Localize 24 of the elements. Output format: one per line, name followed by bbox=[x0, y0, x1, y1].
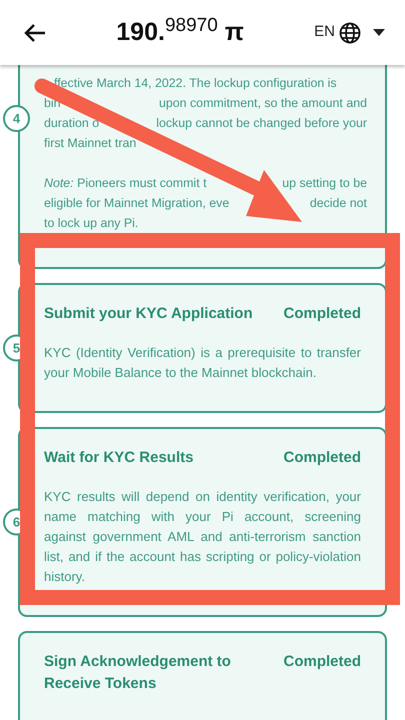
step-status: Completed bbox=[283, 448, 361, 468]
description-text: decide not bbox=[310, 195, 367, 212]
description-text: to lock up any Pi. bbox=[44, 215, 138, 232]
step-number: 4 bbox=[3, 105, 30, 132]
balance: 190.$^{98970}$ π bbox=[116, 14, 244, 48]
description-text: upon commitment, so the amount and bbox=[158, 95, 367, 112]
step-title: Wait for KYC Results bbox=[44, 448, 194, 468]
description-text: up setting to be bbox=[282, 175, 367, 192]
globe-icon[interactable] bbox=[339, 22, 361, 44]
step-title: Sign Acknowledgement to Receive Tokens bbox=[44, 652, 232, 694]
language-label[interactable]: EN bbox=[314, 21, 335, 44]
caret-icon[interactable] bbox=[373, 29, 385, 36]
description-text: eligible for Mainnet Migration, eve bbox=[44, 195, 230, 212]
step-status: Completed bbox=[283, 304, 361, 324]
step-description: KYC (Identity Verification) is a prerequisite to transfer your Mobile Balance to the Mainnet blockchain. bbox=[44, 344, 361, 382]
step-title: Submit your KYC Application bbox=[44, 304, 253, 324]
back-icon[interactable] bbox=[24, 22, 46, 42]
description-text: Note: Pioneers must commit t bbox=[44, 175, 207, 192]
description-text: first Mainnet tran bbox=[44, 135, 136, 152]
step-description: KYC results will depend on identity verification, your name matching with your Pi account, screening against government AML and anti-terrorism sanction list, and if the account has scripting or policy-violation history. bbox=[44, 488, 361, 586]
step-status: Completed bbox=[283, 652, 361, 672]
description-text: lockup cannot be changed before your bbox=[156, 115, 367, 132]
description-text: ffective March 14, 2022. The lockup configuration is bbox=[54, 75, 337, 92]
description-text: duration o bbox=[44, 115, 100, 132]
